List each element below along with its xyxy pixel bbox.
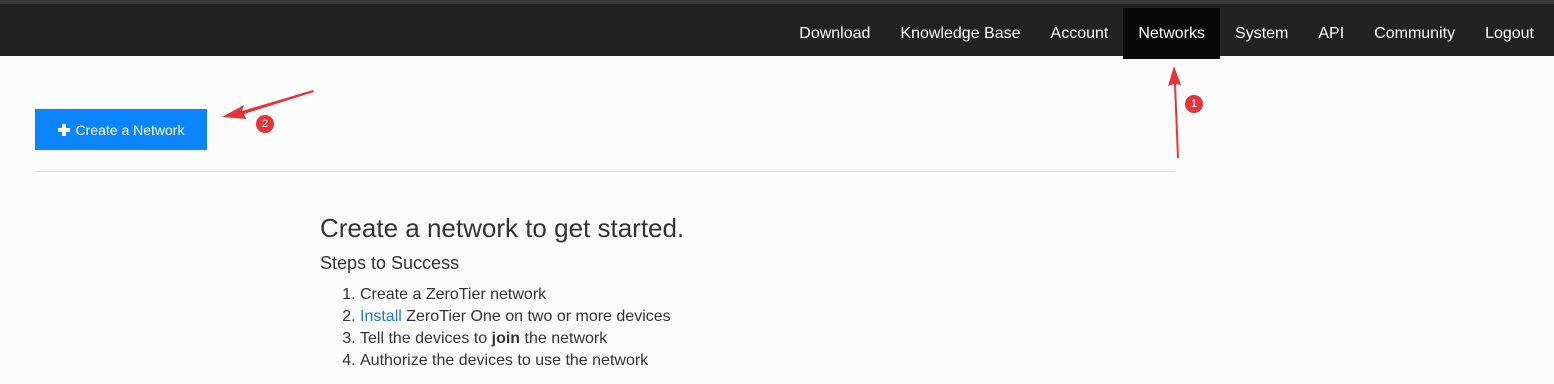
plus-icon — [57, 123, 70, 136]
getting-started-panel: Create a network to get started. Steps t… — [320, 212, 684, 372]
divider — [35, 171, 1175, 172]
nav-networks[interactable]: Networks — [1123, 8, 1221, 59]
step-item: Tell the devices to join the network — [360, 328, 684, 350]
nav-api[interactable]: API — [1303, 8, 1359, 59]
nav-download[interactable]: Download — [784, 8, 885, 59]
step-text: the network — [520, 330, 608, 347]
annotation-badge-2: 2 — [256, 115, 274, 133]
top-navbar: Download Knowledge Base Account Networks… — [0, 0, 1554, 59]
nav-system[interactable]: System — [1220, 8, 1303, 59]
step-item: Create a ZeroTier network — [360, 284, 684, 306]
create-network-button[interactable]: Create a Network — [35, 109, 207, 150]
step-item: Install ZeroTier One on two or more devi… — [360, 306, 684, 328]
annotation-arrow-1 — [1168, 66, 1181, 158]
install-link[interactable]: Install — [360, 308, 402, 325]
nav-community[interactable]: Community — [1359, 8, 1470, 59]
nav-knowledge-base[interactable]: Knowledge Base — [885, 8, 1035, 59]
create-network-label: Create a Network — [75, 121, 185, 138]
step-text: Tell the devices to — [360, 330, 492, 347]
page-heading: Create a network to get started. — [320, 213, 685, 243]
main-nav: Download Knowledge Base Account Networks… — [784, 8, 1549, 59]
nav-logout[interactable]: Logout — [1470, 8, 1549, 59]
step-text: Create a ZeroTier network — [360, 286, 547, 303]
step-text: Authorize the devices to use the network — [360, 352, 649, 369]
steps-subheading: Steps to Success — [320, 253, 460, 273]
annotation-badge-1: 1 — [1185, 95, 1203, 113]
step-text: ZeroTier One on two or more devices — [401, 308, 671, 325]
step-item: Authorize the devices to use the network — [360, 350, 684, 372]
nav-account[interactable]: Account — [1036, 8, 1124, 59]
steps-list: Create a ZeroTier network Install ZeroTi… — [320, 284, 684, 372]
step-bold-text: join — [491, 330, 521, 347]
